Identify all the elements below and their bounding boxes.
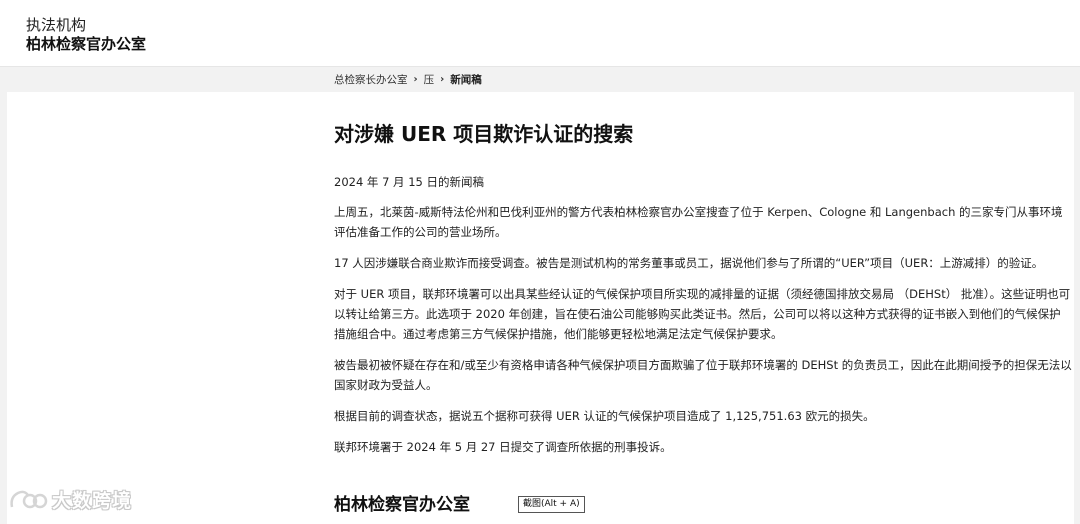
article-paragraph: 对于 UER 项目，联邦环境署可以出具某些经认证的气候保护项目所实现的减排量的证… — [334, 287, 1071, 341]
site-header: 执法机构 柏林检察官办公室 — [0, 0, 1080, 66]
article-paragraph: 被告最初被怀疑在存在和/或至少有资格申请各种气候保护项目方面欺骗了位于联邦环境署… — [334, 358, 1072, 392]
right-margin-strip — [1074, 92, 1080, 524]
watermark-text: 大数跨境 — [52, 490, 133, 512]
org-name-line1: 执法机构 — [26, 16, 87, 34]
press-release-date: 2024 年 7 月 15 日的新闻稿 — [334, 175, 484, 189]
breadcrumb-bar — [0, 66, 1080, 92]
chevron-right-icon: › — [440, 74, 445, 85]
chevron-right-icon: › — [413, 74, 418, 85]
footer-org-title: 柏林检察官办公室 — [334, 495, 470, 515]
article-paragraph: 联邦环境署于 2024 年 5 月 27 日提交了调查所依据的刑事投诉。 — [334, 440, 672, 454]
screenshot-tooltip: 截图(Alt + A) — [518, 496, 585, 513]
breadcrumb-current: 新闻稿 — [450, 74, 482, 86]
org-name-line2[interactable]: 柏林检察官办公室 — [26, 33, 146, 54]
left-margin-strip — [0, 92, 7, 524]
watermark-logo-icon — [10, 490, 48, 508]
watermark: 大数跨境 — [8, 486, 132, 513]
article-paragraph: 上周五，北莱茵-威斯特法伦州和巴伐利亚州的警方代表柏林检察官办公室搜查了位于 K… — [334, 205, 1063, 239]
article-paragraph: 17 人因涉嫌联合商业欺诈而接受调查。被告是测试机构的常务董事或员工，据说他们参… — [334, 256, 1044, 270]
breadcrumb: 总检察长办公室 › 压 › 新闻稿 — [334, 72, 482, 87]
breadcrumb-item-press[interactable]: 压 — [424, 72, 435, 87]
article-paragraph: 根据目前的调查状态，据说五个据称可获得 UER 认证的气候保护项目造成了 1,1… — [334, 409, 875, 423]
page-title: 对涉嫌 UER 项目欺诈认证的搜索 — [334, 122, 634, 146]
breadcrumb-item-attorney-general[interactable]: 总检察长办公室 — [334, 72, 408, 87]
article: 对涉嫌 UER 项目欺诈认证的搜索 2024 年 7 月 15 日的新闻稿 上周… — [334, 120, 1072, 457]
